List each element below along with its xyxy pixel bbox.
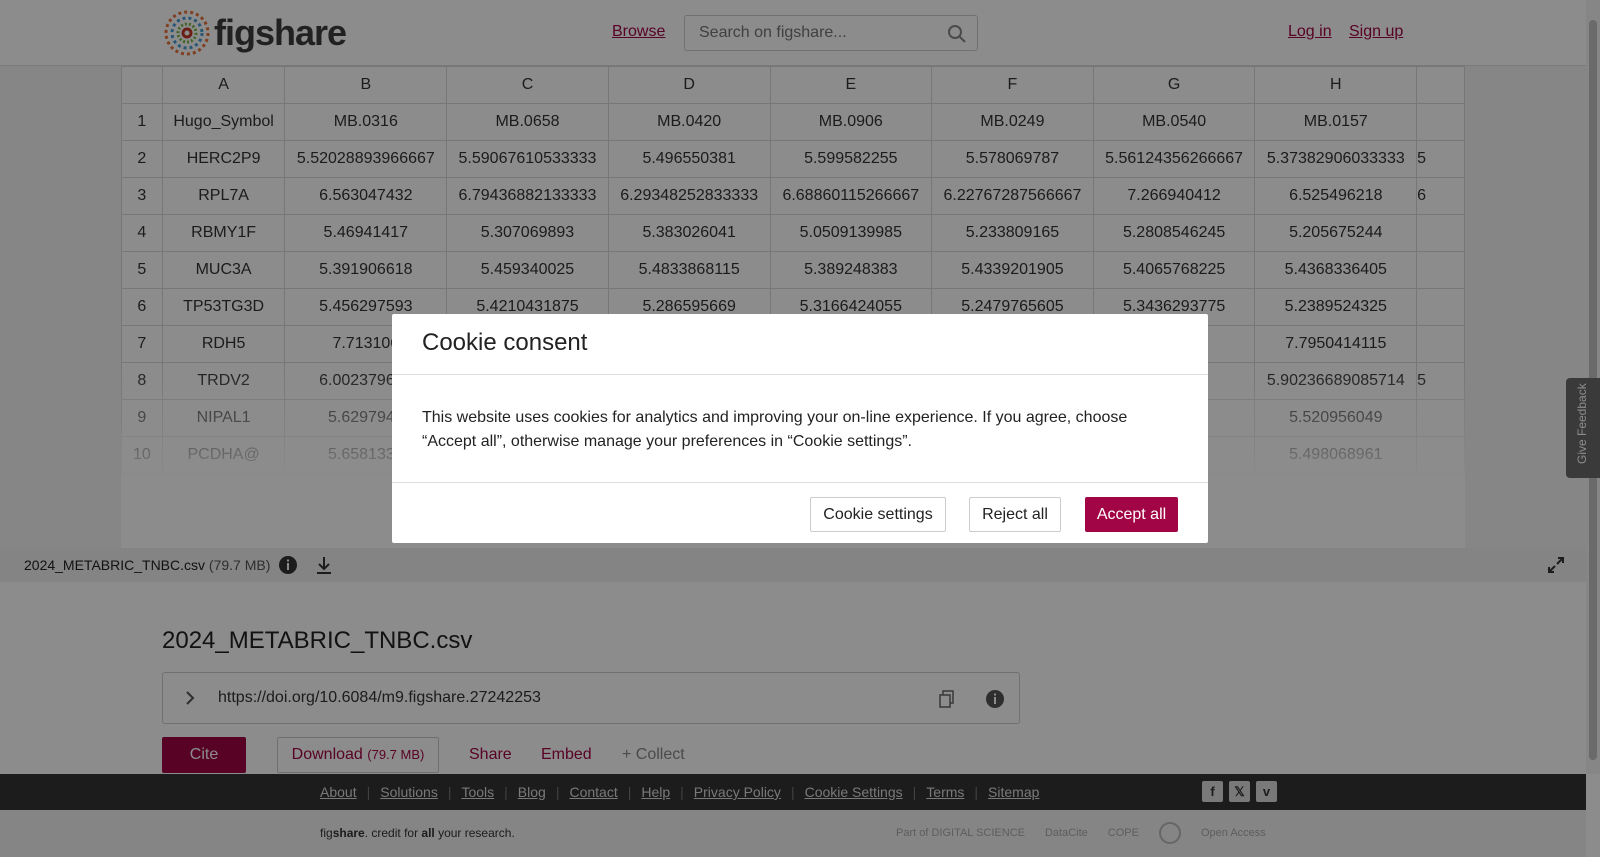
- cookie-consent-dialog: Cookie consent This website uses cookies…: [392, 314, 1208, 543]
- cookie-settings-button[interactable]: Cookie settings: [810, 497, 946, 532]
- dialog-header: Cookie consent: [392, 314, 1208, 375]
- dialog-footer: Cookie settings Reject all Accept all: [392, 482, 1208, 543]
- accept-all-button[interactable]: Accept all: [1085, 497, 1178, 532]
- dialog-title: Cookie consent: [422, 329, 588, 356]
- dialog-body: This website uses cookies for analytics …: [422, 409, 1128, 450]
- reject-all-button[interactable]: Reject all: [969, 497, 1061, 532]
